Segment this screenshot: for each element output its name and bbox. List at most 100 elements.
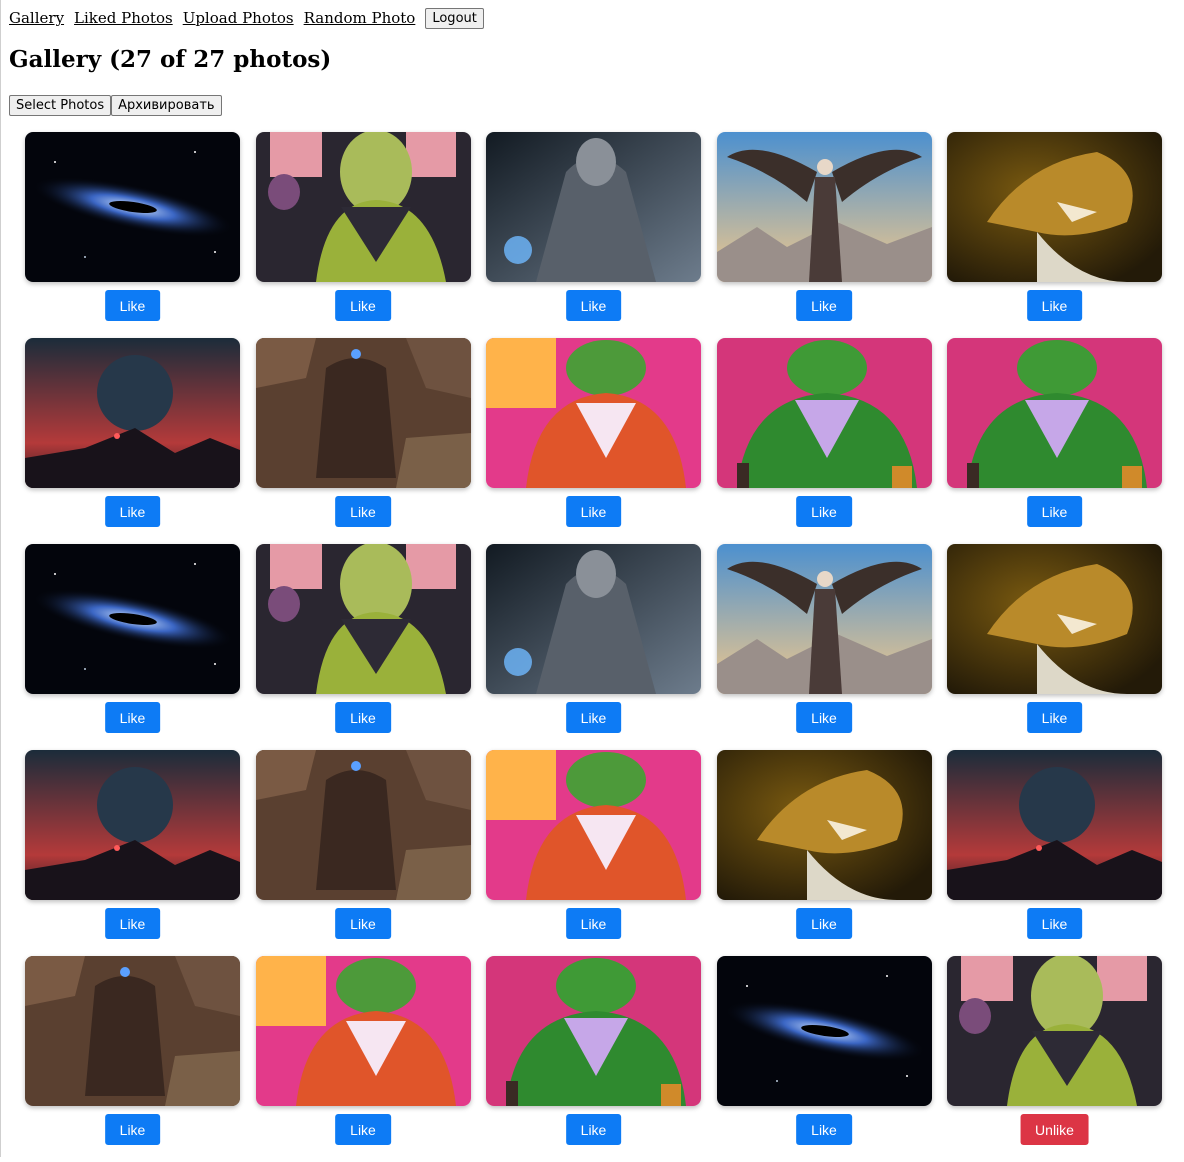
photo-image [716,132,932,282]
like-button[interactable]: Like [796,908,852,939]
like-button[interactable]: Like [565,908,622,939]
like-button[interactable]: Like [796,1114,852,1145]
photo-thumbnail[interactable] [25,132,240,282]
photo-image [255,544,471,694]
photo-image [486,750,701,900]
nav-link-gallery[interactable]: Gallery [9,9,64,27]
photo-thumbnail[interactable] [255,956,471,1106]
photo-card: Like [716,338,932,544]
photo-thumbnail[interactable] [716,544,932,694]
photo-card: Like [25,750,240,956]
photo-card: Like [25,544,240,750]
like-button[interactable]: Like [104,702,161,733]
like-button[interactable]: Like [104,290,161,321]
photo-image [25,132,240,282]
photo-thumbnail[interactable] [947,338,1162,488]
photo-image [255,132,471,282]
photo-thumbnail[interactable] [255,338,471,488]
photo-image [716,544,932,694]
photo-card: Like [255,956,471,1162]
like-button[interactable]: Like [565,702,622,733]
photo-thumbnail[interactable] [25,544,240,694]
photo-thumbnail[interactable] [947,750,1162,900]
photo-image [716,338,932,488]
photo-image [486,338,701,488]
photo-card: Like [947,132,1162,338]
like-button[interactable]: Like [335,908,391,939]
photo-thumbnail[interactable] [716,956,932,1106]
photo-thumbnail[interactable] [486,544,701,694]
photo-card: Like [486,956,701,1162]
like-button[interactable]: Like [1026,496,1083,527]
logout-button[interactable]: Logout [425,7,484,29]
photo-image [255,338,471,488]
photo-thumbnail[interactable] [25,956,240,1106]
nav-link-random-photo[interactable]: Random Photo [304,9,416,27]
photo-card: Unlike [947,956,1162,1162]
select-photos-button[interactable]: Select Photos [9,95,112,116]
nav-link-upload-photos[interactable]: Upload Photos [183,9,294,27]
like-button[interactable]: Like [796,496,852,527]
like-button[interactable]: Like [565,290,622,321]
photo-card: Like [486,338,701,544]
photo-image [25,750,240,900]
like-button[interactable]: Like [104,496,161,527]
like-button[interactable]: Like [796,290,852,321]
photo-card: Like [716,132,932,338]
like-button[interactable]: Like [565,1114,622,1145]
photo-card: Like [486,132,701,338]
gallery-actions: Select Photos Архивировать [9,95,222,116]
photo-thumbnail[interactable] [947,956,1162,1106]
photo-card: Like [255,338,471,544]
photo-image [25,544,240,694]
unlike-button[interactable]: Unlike [1020,1114,1089,1145]
nav-link-liked-photos[interactable]: Liked Photos [74,9,173,27]
photo-thumbnail[interactable] [255,132,471,282]
photo-thumbnail[interactable] [255,750,471,900]
photo-image [486,132,701,282]
photo-card: Like [25,338,240,544]
like-button[interactable]: Like [104,908,161,939]
photo-card: Like [947,544,1162,750]
photo-card: Like [25,132,240,338]
photo-card: Like [255,132,471,338]
photo-image [25,338,240,488]
photo-card: Like [947,750,1162,956]
photo-thumbnail[interactable] [716,132,932,282]
photo-thumbnail[interactable] [716,750,932,900]
photo-thumbnail[interactable] [486,338,701,488]
like-button[interactable]: Like [796,702,852,733]
like-button[interactable]: Like [104,1114,161,1145]
like-button[interactable]: Like [1026,290,1083,321]
photo-thumbnail[interactable] [25,338,240,488]
archive-button[interactable]: Архивировать [111,95,222,116]
photo-card: Like [25,956,240,1162]
photo-thumbnail[interactable] [486,132,701,282]
photo-thumbnail[interactable] [486,956,701,1106]
like-button[interactable]: Like [1026,908,1083,939]
photo-thumbnail[interactable] [947,132,1162,282]
photo-card: Like [255,544,471,750]
photo-thumbnail[interactable] [486,750,701,900]
photo-thumbnail[interactable] [255,544,471,694]
like-button[interactable]: Like [335,496,391,527]
page-title: Gallery (27 of 27 photos) [9,46,332,73]
photo-thumbnail[interactable] [947,544,1162,694]
like-button[interactable]: Like [565,496,622,527]
photo-image [947,750,1162,900]
photo-image [716,956,932,1106]
photo-card: Like [716,956,932,1162]
photo-thumbnail[interactable] [716,338,932,488]
photo-grid: Like Like Like Like Like Like Like Like … [25,132,1162,1162]
photo-card: Like [486,544,701,750]
like-button[interactable]: Like [335,1114,391,1145]
photo-image [25,956,240,1106]
photo-thumbnail[interactable] [25,750,240,900]
photo-image [947,132,1162,282]
like-button[interactable]: Like [335,290,391,321]
photo-image [947,338,1162,488]
like-button[interactable]: Like [1026,702,1083,733]
photo-card: Like [716,750,932,956]
photo-image [486,956,701,1106]
like-button[interactable]: Like [335,702,391,733]
